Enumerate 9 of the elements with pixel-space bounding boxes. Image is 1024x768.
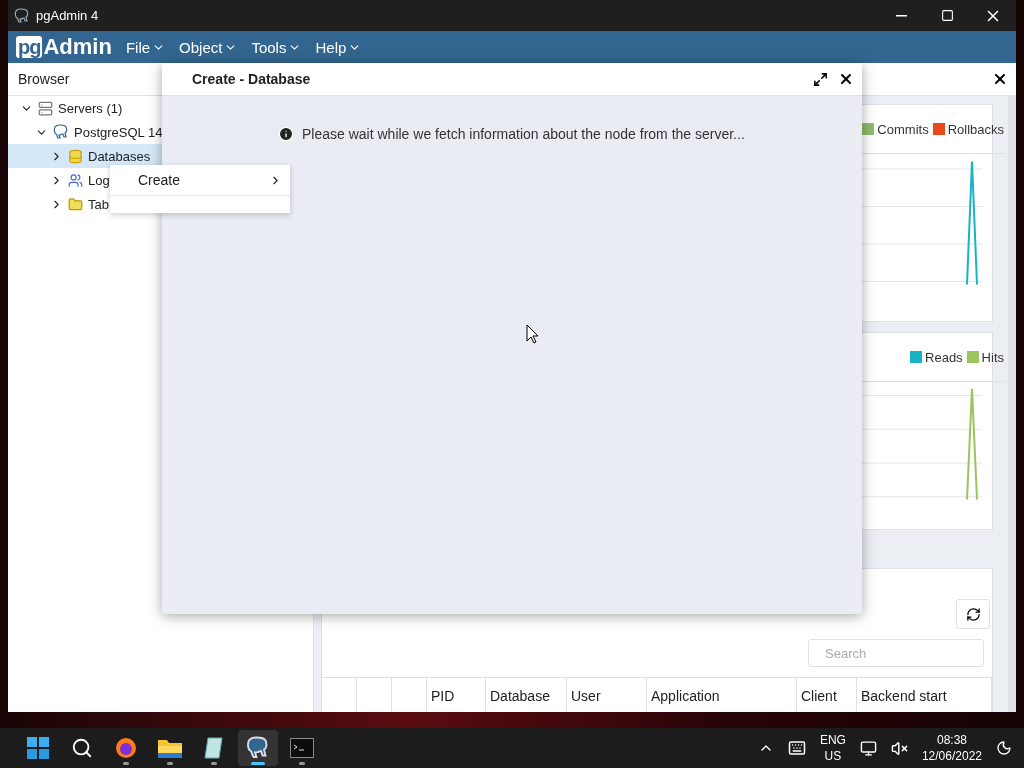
legend-label: Hits	[981, 349, 1004, 365]
logo-mark: pg	[16, 36, 43, 58]
loading-message: Please wait while we fetch information about the node from the server...	[302, 126, 745, 142]
legend-label: Reads	[925, 349, 963, 365]
window-title: pgAdmin 4	[36, 8, 100, 23]
logo-text: Admin	[43, 34, 112, 60]
dialog-title: Create - Database	[192, 71, 312, 87]
legend-label: Rollbacks	[947, 121, 1004, 137]
legend-label: Commits	[877, 121, 929, 137]
